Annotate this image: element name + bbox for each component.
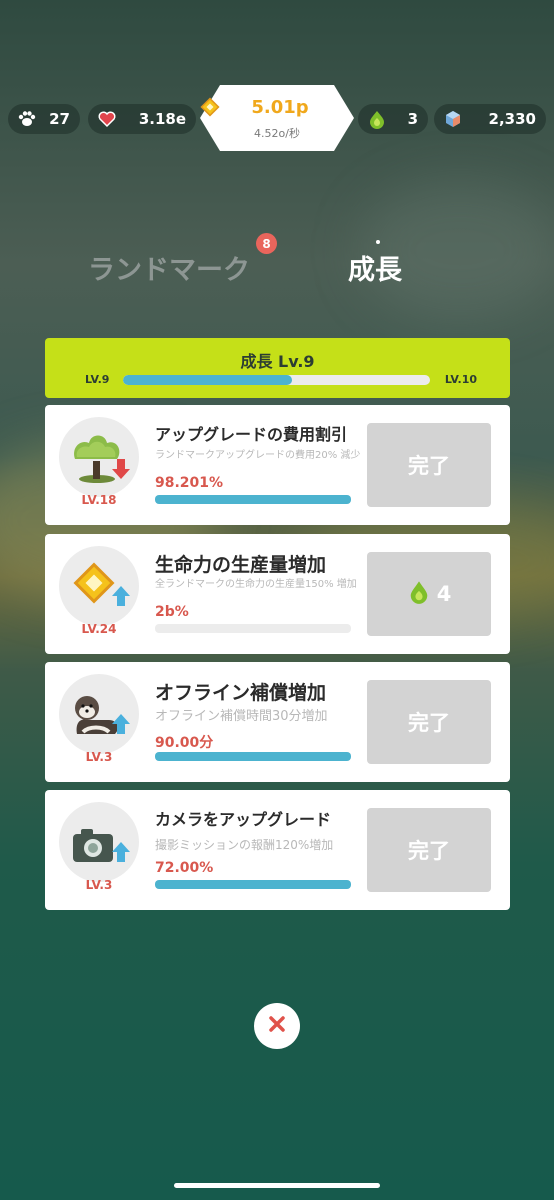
main-currency-rate: 4.52o/秒	[254, 127, 300, 140]
upgrade-description: オフライン補償時間30分増加	[155, 709, 328, 724]
tab-growth[interactable]: 成長	[348, 248, 402, 287]
tree-down-icon	[59, 417, 139, 497]
landmark-notification-badge: 8	[256, 233, 277, 254]
growth-level-panel: 成長 Lv.9 LV.9 LV.10	[45, 338, 510, 398]
upgrade-level: LV.18	[81, 493, 117, 507]
gem-cube-icon	[442, 108, 464, 130]
upgrade-value: 2b%	[155, 604, 189, 620]
paw-icon	[16, 108, 38, 130]
upgrade-level: LV.3	[85, 750, 113, 764]
upgrade-value: 90.00分	[155, 735, 214, 751]
main-currency-value: 5.01p	[251, 97, 309, 118]
upgrade-progress-bar	[155, 752, 351, 761]
upgrade-card-camera: LV.3 カメラをアップグレード 撮影ミッションの報酬120%増加 72.00%…	[45, 790, 510, 910]
growth-progress-bar	[123, 375, 430, 385]
heart-counter: 3.18e	[88, 104, 196, 134]
next-level-label: LV.10	[444, 373, 477, 386]
home-indicator[interactable]	[174, 1183, 380, 1188]
active-tab-indicator	[376, 240, 380, 244]
main-currency-panel: 5.01p 4.52o/秒	[200, 85, 354, 151]
upgrade-title: アップグレードの費用割引	[155, 425, 348, 444]
upgrade-title: オフライン補償増加	[155, 682, 327, 704]
drop-count: 3	[407, 110, 418, 128]
gem-count: 2,330	[488, 110, 536, 128]
upgrade-description: 撮影ミッションの報酬120%増加	[155, 838, 334, 852]
heart-icon	[96, 108, 118, 130]
button-label: 完了	[408, 454, 450, 478]
button-label: 完了	[408, 711, 450, 735]
upgrade-progress-fill	[155, 880, 351, 889]
upgrade-card-cost-discount: LV.18 アップグレードの費用割引 ランドマークアップグレードの費用20% 減…	[45, 405, 510, 525]
growth-level-title: 成長 Lv.9	[240, 352, 315, 371]
upgrade-progress-bar	[155, 495, 351, 504]
diamond-up-icon	[59, 546, 139, 626]
camera-up-icon	[59, 802, 139, 882]
upgrade-progress-fill	[155, 495, 351, 504]
upgrade-complete-button[interactable]: 完了	[367, 680, 491, 764]
upgrade-value: 98.201%	[155, 475, 224, 491]
ferret-up-icon	[59, 674, 139, 754]
tab-landmark[interactable]: ランドマーク	[88, 248, 250, 287]
current-level-label: LV.9	[85, 373, 110, 386]
upgrade-value: 72.00%	[155, 860, 214, 876]
heart-count: 3.18e	[138, 110, 186, 128]
close-icon	[268, 1015, 286, 1037]
upgrade-description: ランドマークアップグレードの費用20% 減少	[155, 450, 361, 461]
green-drop-icon	[366, 108, 388, 130]
upgrade-description: 全ランドマークの生命力の生産量150% 増加	[155, 579, 357, 590]
button-label: 完了	[408, 839, 450, 863]
drop-counter: 3	[358, 104, 428, 134]
upgrade-progress-fill	[155, 752, 351, 761]
upgrade-card-vitality-production: LV.24 生命力の生産量増加 全ランドマークの生命力の生産量150% 増加 2…	[45, 534, 510, 654]
upgrade-cost: 4	[436, 582, 452, 606]
green-drop-icon	[407, 579, 431, 610]
paw-counter: 27	[8, 104, 80, 134]
paw-count: 27	[49, 110, 70, 128]
upgrade-cost-button[interactable]: 4	[367, 552, 491, 636]
upgrade-progress-bar	[155, 880, 351, 889]
upgrade-title: カメラをアップグレード	[155, 810, 332, 829]
upgrade-progress-bar	[155, 624, 351, 633]
growth-progress-fill	[123, 375, 292, 385]
upgrade-title: 生命力の生産量増加	[155, 554, 327, 576]
upgrade-complete-button[interactable]: 完了	[367, 808, 491, 892]
gem-counter: 2,330	[434, 104, 546, 134]
upgrade-level: LV.24	[81, 622, 117, 636]
upgrade-card-offline-compensation: LV.3 オフライン補償増加 オフライン補償時間30分増加 90.00分 完了	[45, 662, 510, 782]
upgrade-complete-button[interactable]: 完了	[367, 423, 491, 507]
close-button[interactable]	[254, 1003, 300, 1049]
upgrade-level: LV.3	[85, 878, 113, 892]
